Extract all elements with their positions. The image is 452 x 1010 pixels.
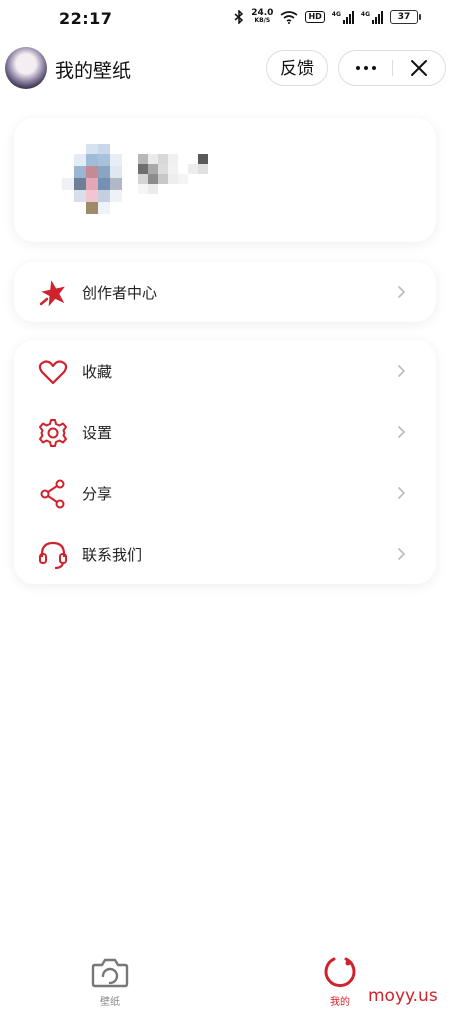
chevron-right-icon — [397, 486, 406, 500]
hd-badge: HD — [305, 11, 325, 23]
profile-card[interactable] — [14, 118, 436, 242]
menu-label: 创作者中心 — [82, 284, 158, 302]
status-bar: 22:17 24.0 KB/S HD 4G 4G 37 — [0, 0, 452, 38]
chevron-right-icon — [397, 364, 406, 378]
watermark: moyy.us — [368, 986, 438, 1006]
tab-label: 壁纸 — [100, 997, 120, 1008]
creator-center-card[interactable]: 创作者中心 — [14, 262, 436, 322]
chevron-right-icon — [397, 425, 406, 439]
menu-label: 收藏 — [82, 363, 113, 381]
mini-program-capsule — [338, 50, 446, 86]
headset-icon — [39, 541, 67, 569]
close-button[interactable] — [393, 51, 445, 85]
net-speed: 24.0 KB/S — [251, 8, 274, 25]
share-icon — [40, 479, 65, 509]
heart-icon — [38, 360, 68, 385]
camera-icon — [91, 958, 129, 988]
app-avatar — [5, 47, 47, 89]
signal-icon: 4G — [332, 10, 354, 24]
settings-menu-card: 收藏 设置 分享 联系我们 — [14, 340, 436, 584]
dot — [355, 66, 360, 70]
menu-row-creator-center[interactable]: 创作者中心 — [14, 262, 436, 322]
app-header: 我的壁纸 反馈 — [0, 44, 452, 94]
user-avatar-pixelated — [62, 144, 122, 214]
gear-icon — [39, 419, 67, 447]
chevron-right-icon — [397, 547, 406, 561]
chevron-right-icon — [397, 285, 406, 299]
bluetooth-icon — [234, 10, 244, 24]
more-button[interactable] — [339, 51, 392, 85]
page-title: 我的壁纸 — [55, 60, 132, 82]
wifi-icon — [280, 10, 298, 24]
user-name-pixelated — [138, 154, 208, 194]
close-icon — [411, 60, 427, 76]
profile-ring-icon — [324, 957, 356, 988]
menu-label: 设置 — [82, 424, 113, 442]
dot — [363, 66, 368, 70]
dot — [371, 66, 376, 70]
menu-row-favorites[interactable]: 收藏 — [14, 341, 436, 401]
star-icon — [39, 280, 65, 307]
feedback-button[interactable]: 反馈 — [266, 50, 328, 86]
signal-icon: 4G — [361, 10, 383, 24]
status-time: 22:17 — [59, 9, 113, 28]
menu-label: 联系我们 — [82, 546, 143, 564]
battery-icon: 37 — [390, 10, 421, 24]
menu-row-share[interactable]: 分享 — [14, 463, 436, 523]
menu-label: 分享 — [82, 485, 113, 503]
status-icons: 24.0 KB/S HD 4G 4G 37 — [234, 8, 421, 25]
menu-row-settings[interactable]: 设置 — [14, 402, 436, 462]
menu-row-contact-us[interactable]: 联系我们 — [14, 524, 436, 584]
tab-wallpaper[interactable]: 壁纸 — [65, 950, 155, 1010]
